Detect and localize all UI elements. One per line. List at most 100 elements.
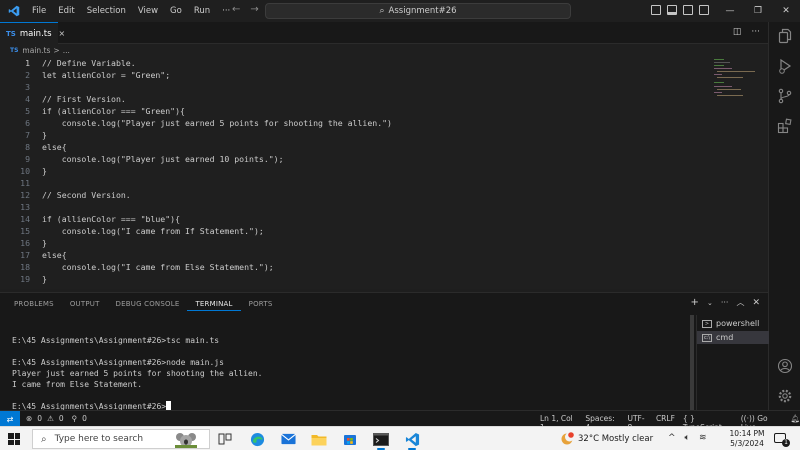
microsoft-store-icon[interactable]	[337, 430, 363, 448]
errors-icon: ⊗	[26, 414, 33, 423]
code-line[interactable]: 11	[0, 177, 710, 189]
remote-indicator-icon[interactable]: ⇄	[0, 411, 20, 427]
close-window-icon[interactable]: ✕	[772, 0, 800, 22]
tab-terminal[interactable]: TERMINAL	[187, 293, 241, 311]
code-editor[interactable]: 1 // Define Variable. 2 let allienColor …	[0, 57, 768, 289]
notification-center-icon[interactable]: 1	[774, 433, 790, 447]
line-text: }	[42, 166, 47, 176]
close-panel-icon[interactable]: ✕	[752, 298, 760, 308]
account-icon[interactable]	[777, 358, 793, 374]
forward-arrow-icon[interactable]: →	[250, 4, 258, 15]
code-line[interactable]: 1 // Define Variable.	[0, 57, 710, 69]
tab-debug-console[interactable]: DEBUG CONSOLE	[108, 293, 188, 315]
code-line[interactable]: 14 if (allienColor === "blue"){	[0, 213, 710, 225]
code-line[interactable]: 7 }	[0, 129, 710, 141]
run-and-debug-icon[interactable]	[777, 58, 793, 74]
more-actions-icon[interactable]: ···	[751, 27, 760, 37]
status-left[interactable]: ⊗ 0 ⚠ 0 ⚲ 0	[26, 414, 87, 423]
edge-browser-icon[interactable]	[244, 430, 270, 448]
status-bar: ⇄ ⊗ 0 ⚠ 0 ⚲ 0 Ln 1, Col 1 Spaces: 4 UTF-…	[0, 410, 800, 432]
vscode-taskbar-icon[interactable]	[399, 430, 425, 450]
wifi-icon[interactable]: ≋	[699, 433, 707, 443]
code-line[interactable]: 8 else{	[0, 141, 710, 153]
customize-layout-icon[interactable]	[699, 5, 709, 15]
code-line[interactable]: 4 // First Version.	[0, 93, 710, 105]
mail-icon[interactable]	[275, 430, 301, 448]
code-line[interactable]: 16 }	[0, 237, 710, 249]
code-line[interactable]: 19 }	[0, 273, 710, 285]
show-hidden-icons-chevron-up-icon[interactable]: ^	[668, 433, 676, 443]
code-line[interactable]: 3	[0, 81, 710, 93]
weather-text: 32°C Mostly clear	[578, 434, 654, 444]
terminal-output[interactable]: E:\45 Assignments\Assignment#26>tsc main…	[12, 317, 682, 411]
code-line[interactable]: 2 let allienColor = "Green";	[0, 69, 710, 81]
typescript-file-icon: TS	[10, 47, 19, 54]
line-text: // Define Variable.	[42, 58, 136, 68]
taskbar-search-box[interactable]: ⌕ Type here to search	[32, 429, 210, 449]
windows-start-icon[interactable]	[8, 433, 20, 445]
code-line[interactable]: 17 else{	[0, 249, 710, 261]
line-text: }	[42, 130, 47, 140]
terminal-icon: >	[702, 319, 712, 328]
menu-edit[interactable]: Edit	[52, 6, 80, 16]
menu-go[interactable]: Go	[164, 6, 188, 16]
code-line[interactable]: 6 console.log("Player just earned 5 poin…	[0, 117, 710, 129]
code-line[interactable]: 5 if (allienColor === "Green"){	[0, 105, 710, 117]
minimize-icon[interactable]: —	[716, 0, 744, 22]
editor-tab-bar: TS main.ts × ◫ ···	[0, 22, 768, 44]
taskbar-clock[interactable]: 10:14 PM 5/3/2024	[728, 429, 766, 449]
command-prompt-icon[interactable]	[368, 430, 394, 450]
speaker-icon[interactable]: 🔈︎	[685, 433, 690, 443]
layout-controls	[651, 5, 709, 15]
terminal-icon: c:\	[702, 333, 712, 342]
menu-run[interactable]: Run	[188, 6, 216, 16]
menu-selection[interactable]: Selection	[81, 6, 132, 16]
code-line[interactable]: 15 console.log("I came from If Statement…	[0, 225, 710, 237]
code-line[interactable]: 10 }	[0, 165, 710, 177]
source-control-icon[interactable]	[777, 88, 793, 104]
windows-taskbar: ⌕ Type here to search 32°C Mostly clear …	[0, 426, 800, 450]
terminal-scrollbar[interactable]	[690, 315, 694, 411]
toggle-secondary-sidebar-icon[interactable]	[683, 5, 693, 15]
task-view-icon[interactable]	[212, 430, 238, 448]
file-explorer-icon[interactable]	[306, 430, 332, 448]
line-number: 3	[25, 82, 30, 92]
more-actions-icon[interactable]: ···	[721, 298, 729, 307]
breadcrumb-symbols[interactable]: ...	[63, 46, 70, 55]
code-line[interactable]: 12 // Second Version.	[0, 189, 710, 201]
close-tab-icon[interactable]: ×	[59, 29, 66, 38]
toggle-sidebar-icon[interactable]	[651, 5, 661, 15]
back-arrow-icon[interactable]: ←	[232, 4, 240, 15]
restore-icon[interactable]: ❐	[744, 0, 772, 22]
minimap[interactable]	[712, 57, 762, 97]
code-line[interactable]: 9 console.log("Player just earned 10 poi…	[0, 153, 710, 165]
code-line[interactable]: 18 console.log("I came from Else Stateme…	[0, 261, 710, 273]
line-number: 9	[25, 154, 30, 164]
tab-problems[interactable]: PROBLEMS	[6, 293, 62, 315]
menu-view[interactable]: View	[132, 6, 164, 16]
terminal-profile-chevron-down-icon[interactable]: ⌄	[707, 299, 713, 307]
tab-output[interactable]: OUTPUT	[62, 293, 108, 315]
terminal-item-cmd[interactable]: c:\ cmd	[697, 331, 769, 344]
tab-main-ts[interactable]: TS main.ts ×	[0, 22, 65, 44]
panel-actions: + ⌄ ··· ︿ ✕	[691, 297, 760, 308]
toggle-panel-icon[interactable]	[667, 5, 677, 15]
weather-widget[interactable]: 32°C Mostly clear	[560, 432, 653, 446]
code-line[interactable]: 13	[0, 201, 710, 213]
explorer-icon[interactable]	[777, 28, 793, 44]
maximize-panel-chevron-up-icon[interactable]: ︿	[736, 297, 744, 308]
broadcast-icon: ((·))	[740, 414, 758, 423]
line-number: 13	[20, 202, 30, 212]
new-terminal-icon[interactable]: +	[691, 297, 699, 308]
tab-ports[interactable]: PORTS	[241, 293, 281, 315]
settings-gear-icon[interactable]	[777, 388, 793, 404]
menu-file[interactable]: File	[26, 6, 52, 16]
terminal-item-powershell[interactable]: > powershell	[697, 317, 769, 330]
notification-count-badge: 1	[782, 439, 790, 447]
extensions-icon[interactable]	[777, 118, 793, 134]
breadcrumb-file[interactable]: main.ts	[22, 46, 50, 55]
command-center-search[interactable]: ⌕ Assignment#26	[265, 3, 571, 19]
split-editor-icon[interactable]: ◫	[733, 27, 742, 37]
search-label: Assignment#26	[388, 6, 457, 16]
terminal-item-label: cmd	[716, 333, 734, 342]
